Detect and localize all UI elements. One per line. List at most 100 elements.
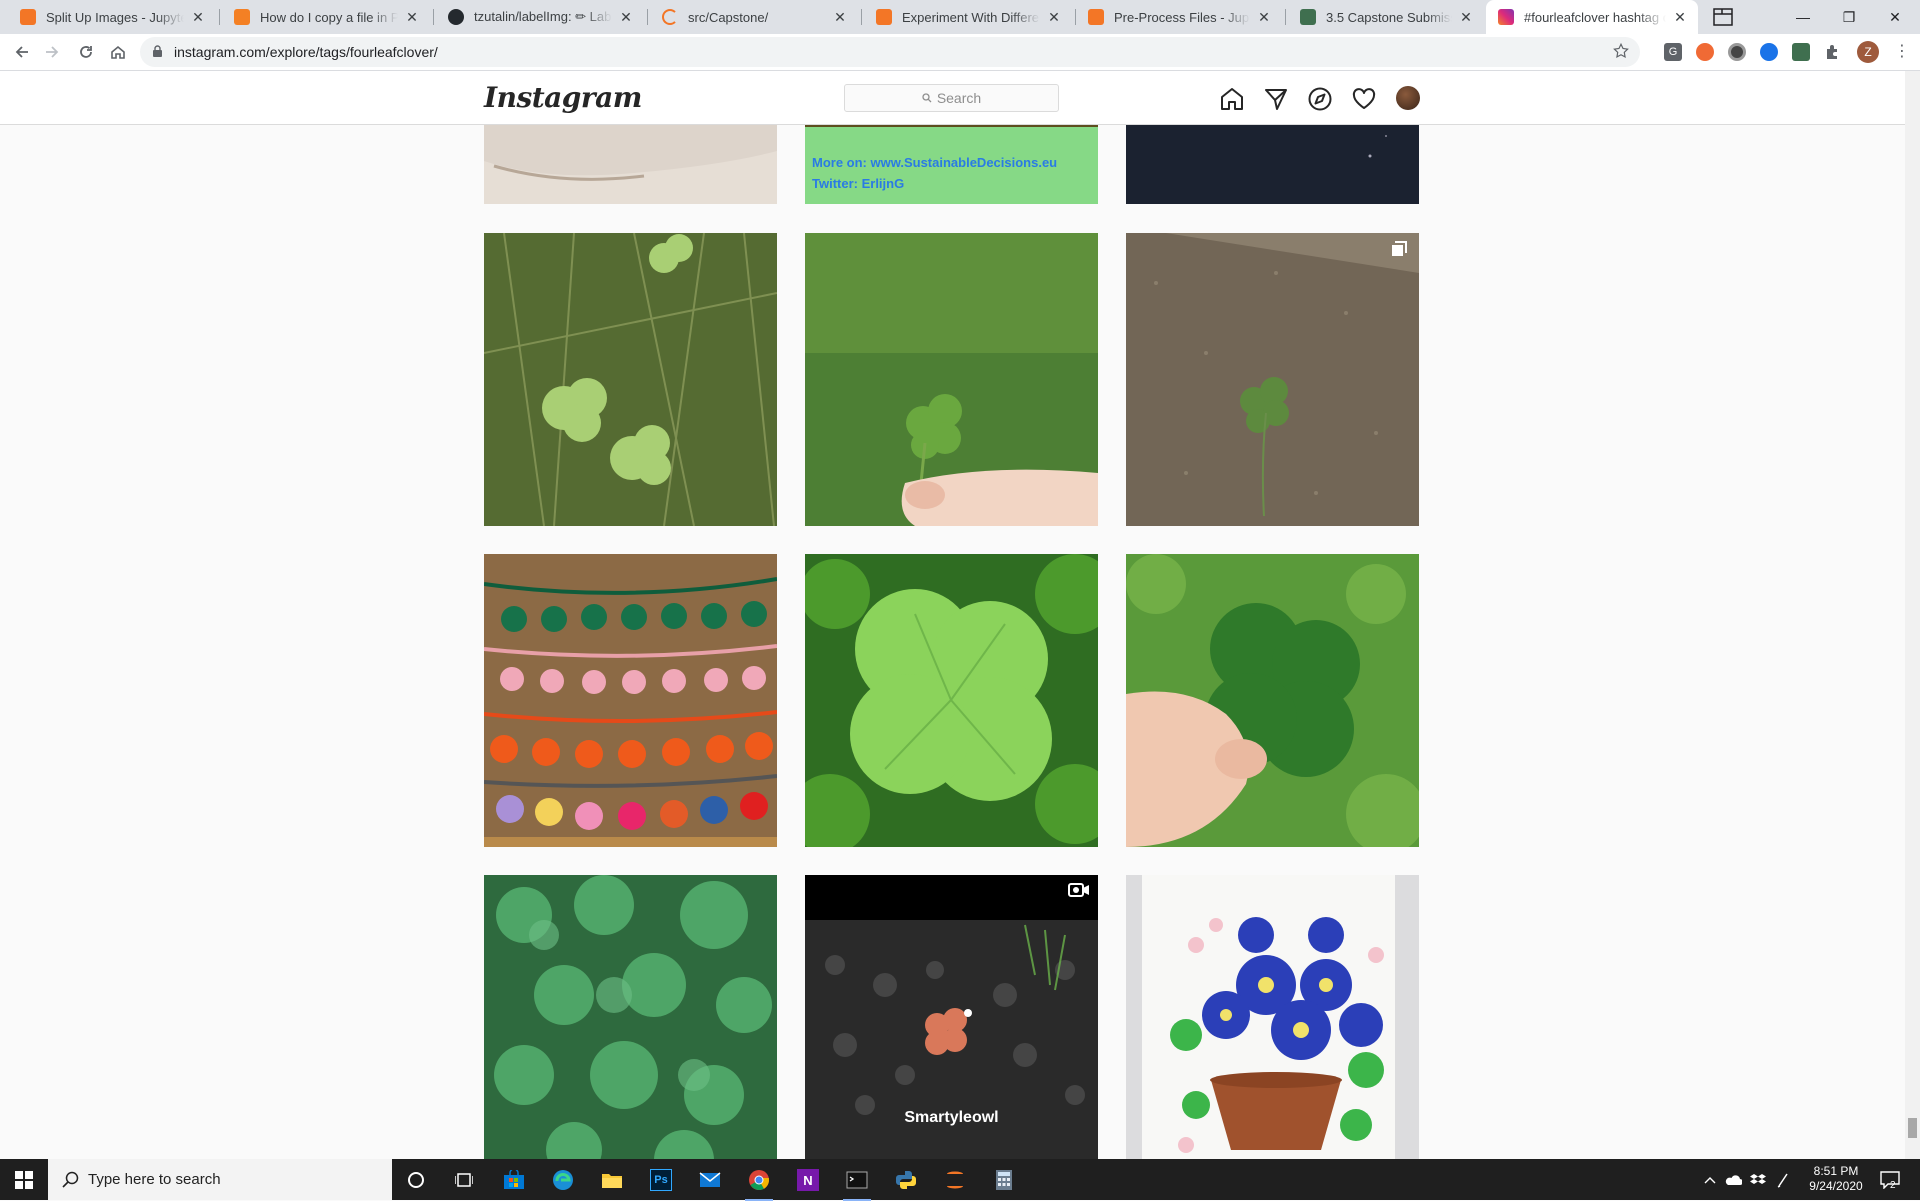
reload-button[interactable] xyxy=(72,38,100,66)
video-overlay-text: Smartyleowl xyxy=(904,1109,999,1126)
post-thumbnail[interactable] xyxy=(484,875,777,1159)
onedrive-icon[interactable] xyxy=(1724,1159,1742,1200)
calculator-icon[interactable] xyxy=(987,1163,1021,1197)
instagram-page: Instagram Search More on: www.Sustainabl… xyxy=(0,71,1905,1159)
extensions-puzzle-icon[interactable] xyxy=(1824,43,1842,61)
search-input[interactable]: Search xyxy=(844,84,1059,112)
back-button[interactable] xyxy=(8,38,36,66)
tab-title: Experiment With Different I xyxy=(902,9,1040,25)
post-thumbnail[interactable] xyxy=(1126,875,1419,1159)
direct-icon[interactable] xyxy=(1263,86,1289,112)
instagram-header: Instagram Search xyxy=(0,71,1905,125)
microsoft-store-icon[interactable] xyxy=(497,1163,531,1197)
tab-preprocess-files[interactable]: Pre-Process Files - Jupyter I ✕ xyxy=(1076,0,1282,34)
home-icon[interactable] xyxy=(1219,86,1245,112)
jupyter-icon xyxy=(1088,9,1104,25)
taskbar-clock[interactable]: 8:51 PM 9/24/2020 xyxy=(1796,1164,1876,1194)
restore-button[interactable]: ❐ xyxy=(1826,0,1872,34)
close-icon[interactable]: ✕ xyxy=(618,9,634,25)
tab-capstone-submission[interactable]: 3.5 Capstone Submission - I ✕ xyxy=(1288,0,1484,34)
minimize-button[interactable]: — xyxy=(1780,0,1826,34)
taskbar-search-box[interactable]: Type here to search xyxy=(48,1159,392,1200)
extension-orange-icon[interactable] xyxy=(1696,43,1714,61)
tab-experiment[interactable]: Experiment With Different I ✕ xyxy=(864,0,1072,34)
file-explorer-icon[interactable] xyxy=(595,1163,629,1197)
dropbox-icon[interactable] xyxy=(1750,1159,1766,1200)
post-thumbnail[interactable] xyxy=(484,554,777,847)
taskbar-search-placeholder: Type here to search xyxy=(88,1171,221,1188)
post-thumbnail[interactable] xyxy=(484,233,777,526)
tab-title: src/Capstone/ xyxy=(688,9,769,25)
caption-line: More on: www.SustainableDecisions.eu xyxy=(812,155,1058,170)
jupyter-icon xyxy=(876,9,892,25)
jupyter-icon xyxy=(20,9,36,25)
post-caption-overlay: More on: www.SustainableDecisions.eu Twi… xyxy=(812,152,1057,194)
terminal-icon[interactable] xyxy=(840,1163,874,1201)
url-text: instagram.com/explore/tags/fourleafclove… xyxy=(174,44,438,60)
tab-src-capstone[interactable]: src/Capstone/ ✕ xyxy=(650,0,858,34)
chrome-menu-icon[interactable]: ⋮ xyxy=(1893,43,1911,61)
close-icon[interactable]: ✕ xyxy=(832,9,848,25)
forward-button[interactable] xyxy=(38,38,66,66)
chrome-icon[interactable] xyxy=(742,1163,776,1201)
profile-avatar[interactable]: Z xyxy=(1857,41,1879,63)
close-icon[interactable]: ✕ xyxy=(1672,9,1688,25)
windows-taskbar: Type here to search Ps N 8:51 PM 9/24/20… xyxy=(0,1159,1920,1201)
edge-icon[interactable] xyxy=(546,1163,580,1197)
lock-icon[interactable] xyxy=(152,45,163,61)
extension-blue-icon[interactable] xyxy=(1760,43,1778,61)
multi-image-icon xyxy=(1391,241,1407,257)
post-thumbnail[interactable] xyxy=(1126,554,1419,847)
cortana-icon[interactable] xyxy=(399,1163,433,1197)
bookmark-star-icon[interactable] xyxy=(1612,42,1630,63)
start-button[interactable] xyxy=(0,1159,48,1200)
python-idle-icon[interactable] xyxy=(889,1163,923,1197)
tab-strip: Split Up Images - Jupyter N ✕ How do I c… xyxy=(0,0,1920,34)
search-icon xyxy=(62,1171,80,1193)
search-icon xyxy=(922,93,932,103)
github-icon xyxy=(448,9,464,25)
post-thumbnail[interactable] xyxy=(1126,233,1419,526)
extension-circle-icon[interactable] xyxy=(1728,43,1746,61)
tab-title: tzutalin/labelImg: ✏ Labell xyxy=(474,9,612,24)
notification-count-badge: 2 xyxy=(1890,1180,1896,1191)
close-icon[interactable]: ✕ xyxy=(1046,9,1062,25)
show-hidden-icons-chevron-icon[interactable] xyxy=(1704,1159,1716,1200)
pen-workspace-icon[interactable] xyxy=(1776,1159,1790,1200)
post-thumbnail[interactable] xyxy=(805,554,1098,847)
task-view-icon[interactable] xyxy=(447,1163,481,1197)
activity-heart-icon[interactable] xyxy=(1351,86,1377,112)
address-bar[interactable]: instagram.com/explore/tags/fourleafclove… xyxy=(140,37,1640,67)
profile-avatar[interactable] xyxy=(1396,86,1420,110)
close-icon[interactable]: ✕ xyxy=(404,9,420,25)
tab-labelimg-github[interactable]: tzutalin/labelImg: ✏ Labell ✕ xyxy=(436,0,644,34)
tab-title: Pre-Process Files - Jupyter I xyxy=(1114,9,1250,25)
windows-logo-icon xyxy=(15,1170,33,1189)
page-scrollbar[interactable] xyxy=(1905,71,1920,1159)
explore-icon[interactable] xyxy=(1307,86,1333,112)
mail-icon[interactable] xyxy=(693,1163,727,1197)
instagram-logo[interactable]: Instagram xyxy=(484,81,642,114)
clock-time: 8:51 PM xyxy=(1813,1164,1859,1178)
tab-split-up-images[interactable]: Split Up Images - Jupyter N ✕ xyxy=(8,0,216,34)
stackoverflow-icon xyxy=(234,9,250,25)
close-icon[interactable]: ✕ xyxy=(190,9,206,25)
jupyter-icon[interactable] xyxy=(938,1163,972,1197)
home-button[interactable] xyxy=(104,38,132,66)
post-thumbnail[interactable]: Smartyleowl xyxy=(805,875,1098,1159)
close-window-button[interactable]: ✕ xyxy=(1872,0,1918,34)
close-icon[interactable]: ✕ xyxy=(1256,9,1272,25)
photoshop-icon[interactable]: Ps xyxy=(644,1163,678,1197)
grammarly-extension-icon[interactable]: G xyxy=(1664,43,1682,61)
tab-search-icon[interactable] xyxy=(1700,0,1746,34)
tab-title: How do I copy a file in Pyth xyxy=(260,9,398,25)
tab-copy-file-python[interactable]: How do I copy a file in Pyth ✕ xyxy=(222,0,430,34)
extension-green-icon[interactable] xyxy=(1792,43,1810,61)
scrollbar-thumb[interactable] xyxy=(1908,1118,1917,1138)
close-icon[interactable]: ✕ xyxy=(1458,9,1474,25)
tab-fourleafclover-instagram[interactable]: #fourleafclover hashtag on ✕ xyxy=(1486,0,1698,34)
onenote-icon[interactable]: N xyxy=(791,1163,825,1197)
video-icon xyxy=(1068,882,1090,898)
post-thumbnail[interactable] xyxy=(805,233,1098,526)
notification-center-icon[interactable]: 2 xyxy=(1880,1159,1906,1200)
